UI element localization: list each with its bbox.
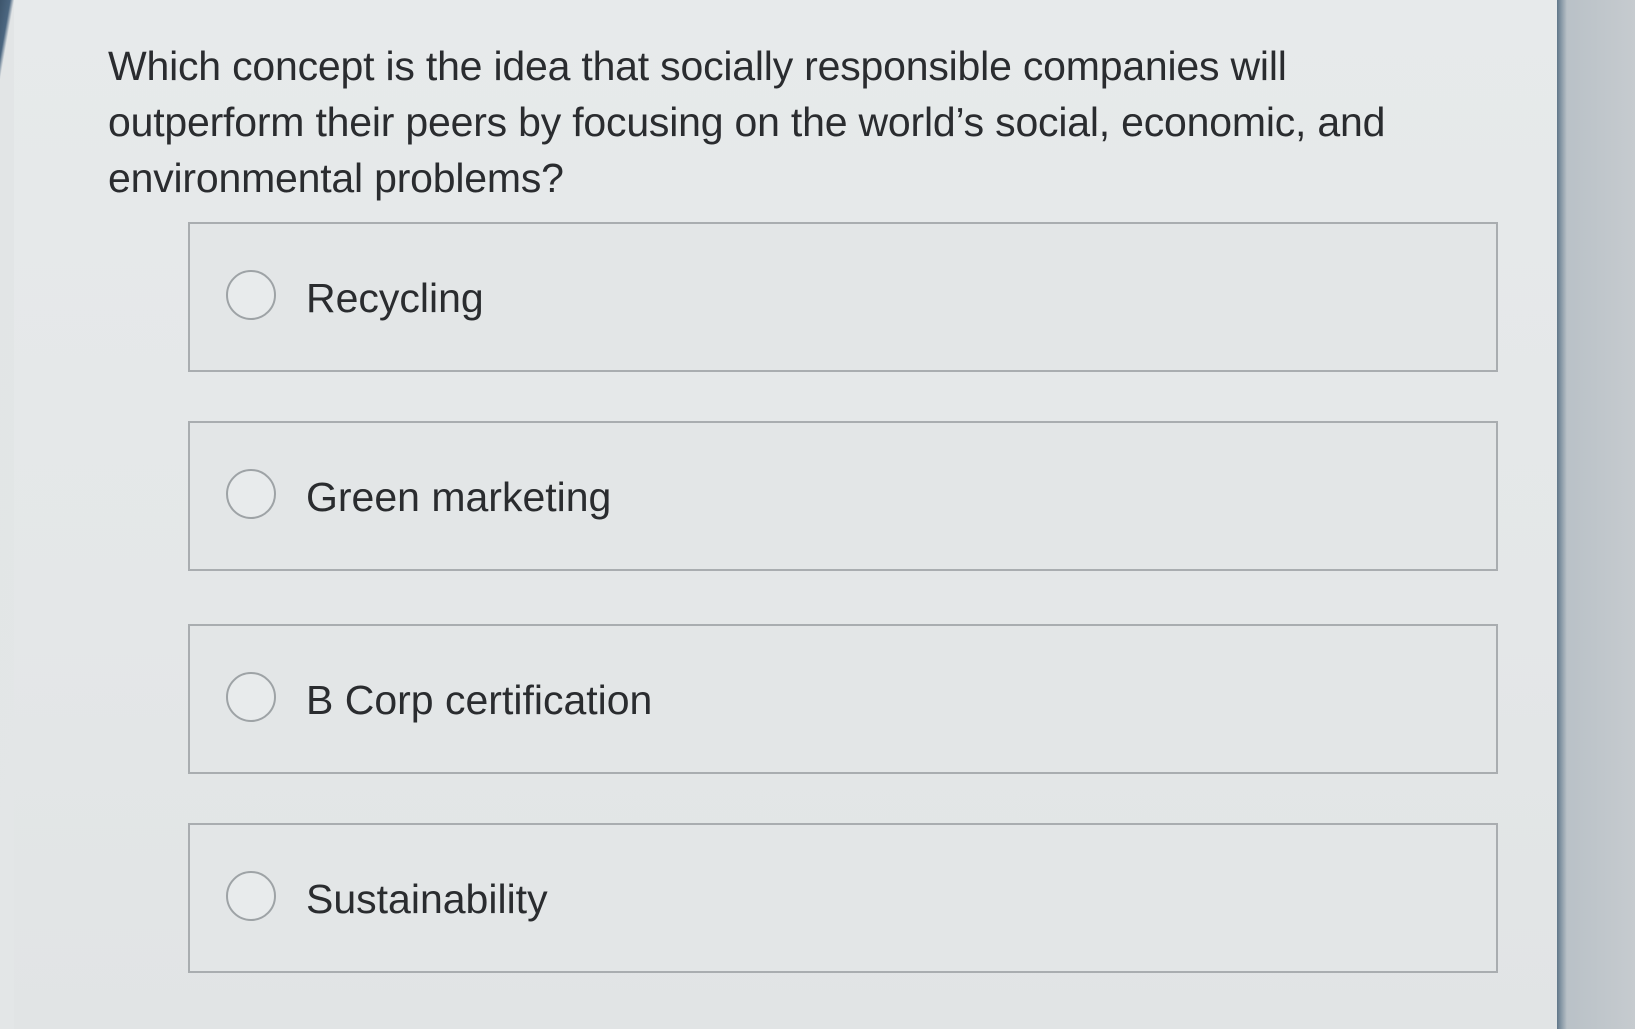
answer-option-recycling[interactable]: Recycling — [188, 222, 1498, 372]
question-text: Which concept is the idea that socially … — [108, 43, 1386, 201]
radio-button-icon[interactable] — [226, 469, 276, 519]
answer-option-label: Sustainability — [306, 876, 548, 922]
radio-button-icon[interactable] — [226, 270, 276, 320]
radio-button-icon[interactable] — [226, 871, 276, 921]
radio-button-icon[interactable] — [226, 672, 276, 722]
answer-option-label: B Corp certification — [306, 677, 653, 723]
answer-option-label: Green marketing — [306, 474, 612, 520]
answer-option-b-corp-certification[interactable]: B Corp certification — [188, 624, 1498, 774]
quiz-screen: Which concept is the idea that socially … — [0, 0, 1635, 1029]
answer-option-sustainability[interactable]: Sustainability — [188, 823, 1498, 973]
question-card: Which concept is the idea that socially … — [14, 0, 1557, 1029]
answer-option-green-marketing[interactable]: Green marketing — [188, 421, 1498, 571]
answer-option-label: Recycling — [306, 275, 484, 321]
right-window-frame — [1557, 0, 1635, 1029]
